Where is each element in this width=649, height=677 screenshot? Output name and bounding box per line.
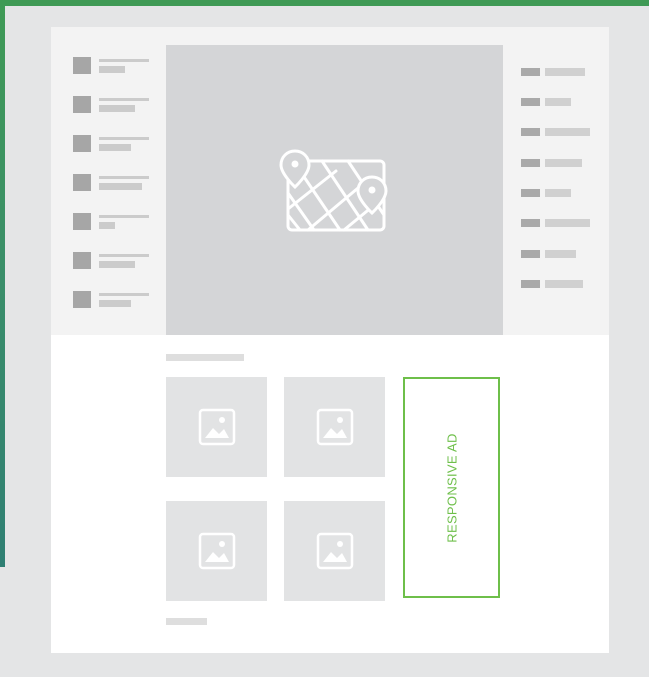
image-icon [316,408,354,446]
text-placeholder [545,128,590,136]
text-placeholder [99,222,115,229]
placeholder-block [521,68,540,76]
text-placeholder [99,59,149,62]
placeholder-block [521,250,540,258]
text-placeholder [99,183,142,190]
text-placeholder [545,219,590,227]
placeholder-square-icon [73,174,91,191]
placeholder-square-icon [73,291,91,308]
placeholder-block [521,280,540,288]
placeholder-block [521,219,540,227]
image-thumbnail[interactable] [284,501,385,601]
text-placeholder [99,215,149,218]
footer-placeholder [166,618,207,625]
image-thumbnail[interactable] [166,501,267,601]
text-placeholder [99,98,149,101]
image-thumbnail[interactable] [166,377,267,477]
text-placeholder [99,66,125,73]
responsive-ad-slot[interactable]: RESPONSIVE AD [403,377,500,598]
text-placeholder [545,68,585,76]
map-with-pins-icon [279,149,388,232]
text-placeholder [545,98,571,106]
text-placeholder [99,176,149,179]
page-wireframe: RESPONSIVE AD [51,27,609,653]
text-placeholder [545,159,582,167]
placeholder-square-icon [73,96,91,113]
ad-label: RESPONSIVE AD [444,432,459,543]
placeholder-block [521,98,540,106]
text-placeholder [545,250,576,258]
text-placeholder [99,261,135,268]
placeholder-square-icon [73,213,91,230]
text-placeholder [99,144,131,151]
hero-band [51,27,609,335]
image-icon [198,532,236,570]
placeholder-square-icon [73,252,91,269]
text-placeholder [99,105,135,112]
placeholder-block [521,159,540,167]
image-icon [316,532,354,570]
text-placeholder [99,254,149,257]
text-placeholder [99,293,149,296]
text-placeholder [99,137,149,140]
image-thumbnail[interactable] [284,377,385,477]
text-placeholder [99,300,131,307]
image-icon [198,408,236,446]
text-placeholder [545,189,571,197]
section-heading-placeholder [166,354,244,361]
placeholder-square-icon [73,57,91,74]
placeholder-block [521,128,540,136]
text-placeholder [545,280,583,288]
placeholder-block [521,189,540,197]
map-panel[interactable] [166,45,503,335]
placeholder-square-icon [73,135,91,152]
